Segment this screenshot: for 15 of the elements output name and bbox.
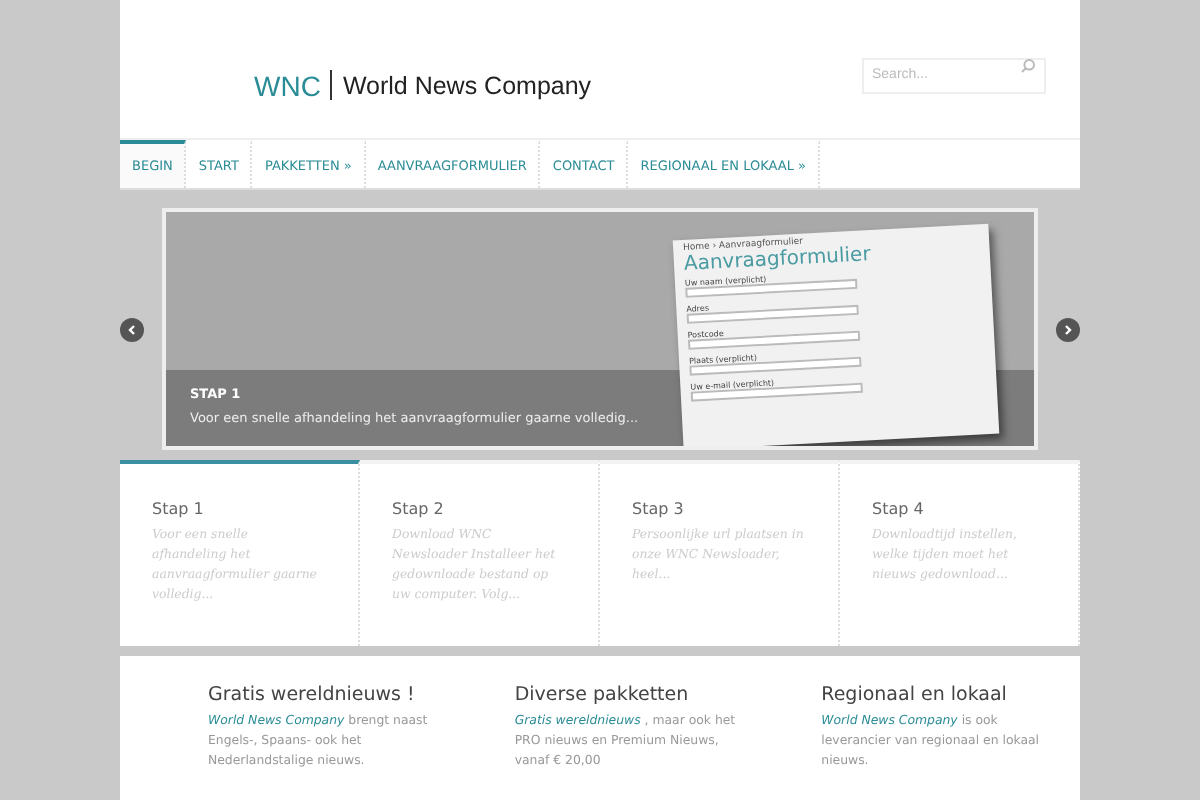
search-icon — [1020, 58, 1036, 74]
logo-name[interactable]: World News Company — [342, 71, 592, 99]
feature-title: Diverse pakketten — [514, 684, 691, 706]
step-title: Stap 4 — [872, 500, 926, 518]
logo-abbreviation[interactable]: WNC — [254, 69, 321, 101]
chevron-left-icon — [126, 323, 138, 335]
logo-divider — [330, 70, 333, 100]
chevron-right-icon — [1062, 323, 1074, 335]
step-title: Stap 3 — [632, 500, 686, 518]
step-title: Stap 2 — [392, 500, 446, 518]
step-title: Stap 1 — [152, 500, 206, 518]
feature-title: Gratis wereldnieuws ! — [208, 684, 417, 706]
feature-title: Regionaal en lokaal — [821, 684, 1009, 706]
previous-slide-button[interactable] — [120, 317, 144, 341]
next-slide-button[interactable] — [1056, 317, 1080, 341]
